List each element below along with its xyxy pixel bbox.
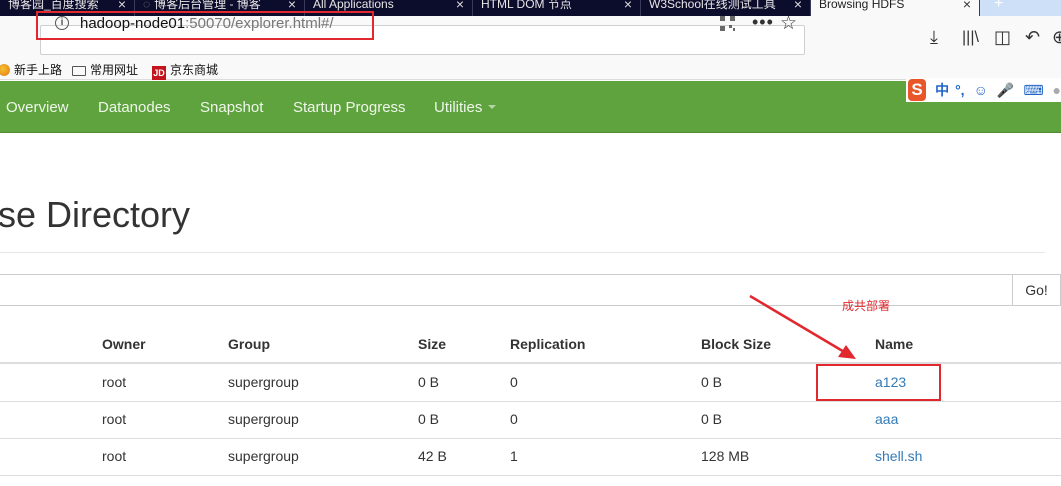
undo-icon[interactable]: ↶ <box>1025 27 1040 48</box>
url-text[interactable]: hadoop-node01:50070/explorer.html#/ <box>80 15 334 32</box>
ime-toolbar: S 中 °, ☺ 🎤 ⌨ ● <box>906 78 1061 102</box>
row-divider <box>0 475 1061 476</box>
nav-overview[interactable]: Overview <box>6 99 69 116</box>
close-icon[interactable]: × <box>288 0 296 11</box>
user-icon[interactable]: ● <box>1053 82 1061 98</box>
hadoop-navbar: Overview Datanodes Snapshot Startup Prog… <box>0 81 1061 133</box>
cell-name-link[interactable]: aaa <box>875 411 898 427</box>
spinner-icon: ◌ <box>143 0 151 11</box>
sidebar-icon[interactable]: ◫ <box>994 27 1011 48</box>
caret-down-icon <box>488 105 497 109</box>
tab-browsing-hdfs[interactable]: Browsing HDFS × <box>811 0 980 16</box>
column-header-group[interactable]: Group <box>228 336 270 352</box>
cell-owner: root <box>102 374 127 390</box>
new-tab-button[interactable]: + <box>980 0 1061 16</box>
ime-lang-toggle[interactable]: 中 <box>935 80 949 100</box>
cell-owner: root <box>102 448 127 464</box>
library-icon[interactable]: |||\ <box>962 29 979 47</box>
bookmark-label: 京东商城 <box>170 63 219 77</box>
close-icon[interactable]: × <box>118 0 126 11</box>
nav-utilities[interactable]: Utilities <box>434 99 497 116</box>
tab-title: All Applications <box>313 0 394 11</box>
cell-block-size: 128 MB <box>701 448 750 464</box>
row-divider <box>0 438 1061 439</box>
bookmark-common-sites[interactable]: 常用网址 <box>72 61 138 78</box>
sogou-logo-icon[interactable]: S <box>908 79 927 101</box>
tab-title: HTML DOM 节点 <box>481 0 572 11</box>
more-actions-icon[interactable]: ••• <box>752 12 774 33</box>
cell-group: supergroup <box>228 411 299 427</box>
bookmark-label: 新手上路 <box>14 63 63 77</box>
download-icon[interactable]: ⤓ <box>930 27 938 48</box>
keyboard-icon[interactable]: ⌨ <box>1023 82 1043 99</box>
menu-icon[interactable]: ⊕ <box>1052 27 1061 48</box>
cell-block-size: 0 B <box>701 374 723 390</box>
tab-title: Browsing HDFS <box>819 0 905 11</box>
microphone-icon[interactable]: 🎤 <box>997 82 1014 99</box>
nav-startup-progress[interactable]: Startup Progress <box>293 99 406 116</box>
name-highlight-box <box>816 364 941 401</box>
bookmarks-bar: 新手上路 常用网址 JD 京东商城 <box>0 56 1061 80</box>
nav-utilities-label: Utilities <box>434 99 483 116</box>
bookmark-star-icon[interactable]: ☆ <box>780 12 797 35</box>
cell-name-link[interactable]: shell.sh <box>875 448 922 464</box>
cell-owner: root <box>102 411 127 427</box>
qr-code-icon[interactable] <box>720 16 735 31</box>
divider <box>0 252 1045 253</box>
cell-replication: 0 <box>510 374 518 390</box>
go-button[interactable]: Go! <box>1012 274 1061 306</box>
url-path: :50070/explorer.html#/ <box>185 15 334 32</box>
tab-title: 博客后台管理 - 博客 <box>154 0 261 11</box>
cell-group: supergroup <box>228 448 299 464</box>
cell-replication: 1 <box>510 448 518 464</box>
close-icon[interactable]: × <box>456 0 464 11</box>
cell-size: 0 B <box>418 374 440 390</box>
tab-html-dom[interactable]: HTML DOM 节点 × <box>473 0 641 16</box>
cell-group: supergroup <box>228 374 299 390</box>
column-header-owner[interactable]: Owner <box>102 336 146 352</box>
tab-title: W3School在线测试工具 <box>649 0 776 11</box>
close-icon[interactable]: × <box>624 0 632 11</box>
bookmark-jd[interactable]: JD 京东商城 <box>152 61 218 80</box>
bookmark-label: 常用网址 <box>90 63 139 77</box>
info-icon[interactable]: i <box>55 16 69 30</box>
globe-icon <box>0 64 10 76</box>
bookmark-new-user[interactable]: 新手上路 <box>0 61 62 78</box>
page-title: se Directory <box>0 194 191 235</box>
cell-size: 0 B <box>418 411 440 427</box>
cell-replication: 0 <box>510 411 518 427</box>
url-host: hadoop-node01 <box>80 15 186 32</box>
column-header-size[interactable]: Size <box>418 336 446 352</box>
nav-datanodes[interactable]: Datanodes <box>98 99 171 116</box>
row-divider <box>0 401 1061 402</box>
close-icon[interactable]: × <box>963 0 971 11</box>
column-header-block-size[interactable]: Block Size <box>701 336 771 352</box>
cell-block-size: 0 B <box>701 411 723 427</box>
annotation-label: 成共部署 <box>842 299 891 313</box>
folder-icon <box>72 66 86 76</box>
close-icon[interactable]: × <box>794 0 802 11</box>
emoji-icon[interactable]: ☺ <box>974 82 988 98</box>
column-header-name[interactable]: Name <box>875 336 913 352</box>
column-header-replication[interactable]: Replication <box>510 336 585 352</box>
cell-size: 42 B <box>418 448 447 464</box>
punctuation-icon[interactable]: °, <box>955 82 965 98</box>
jd-icon: JD <box>152 66 166 80</box>
nav-snapshot[interactable]: Snapshot <box>200 99 263 116</box>
tab-title: 博客园_百度搜索 <box>8 0 99 11</box>
